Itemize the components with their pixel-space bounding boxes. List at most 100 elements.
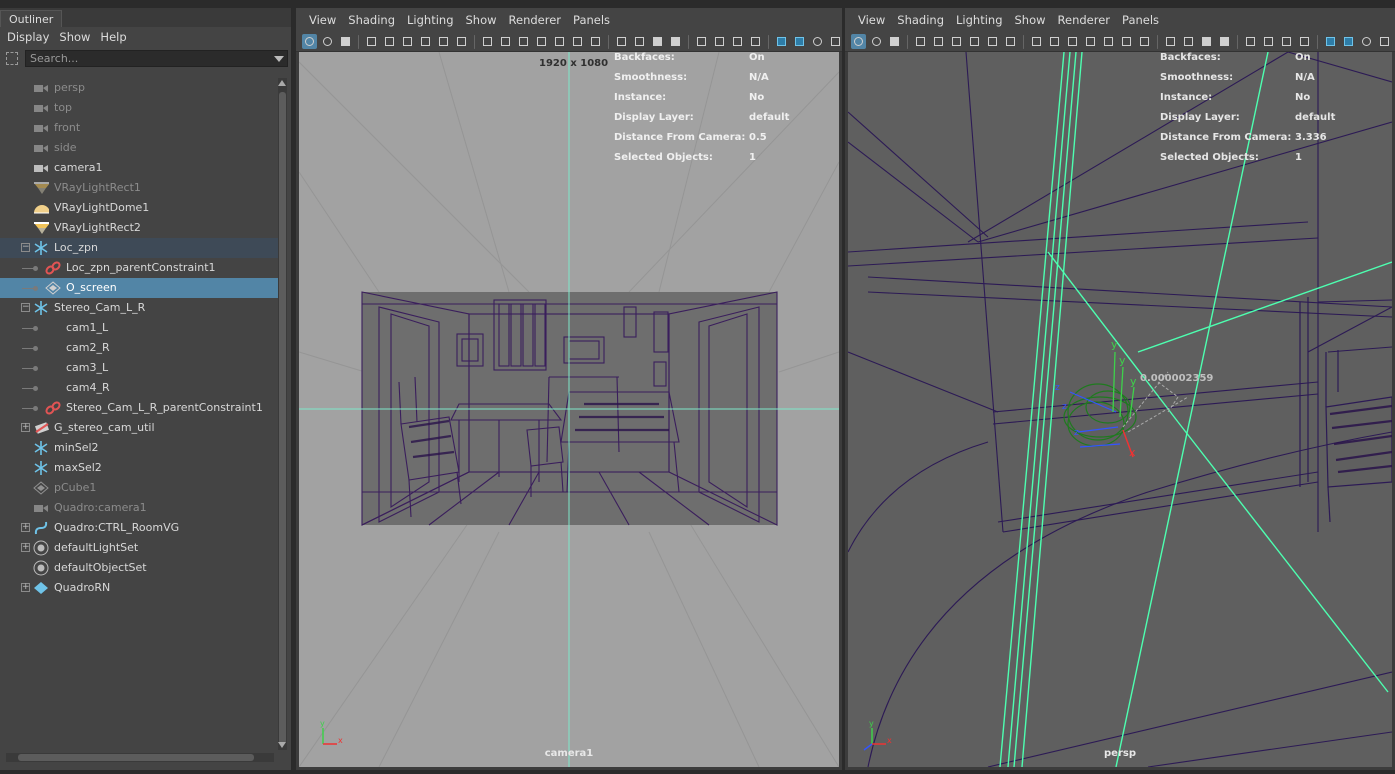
outliner-row[interactable]: − Loc_zpn [0, 238, 278, 258]
viewport-tool-icon[interactable] [869, 34, 884, 49]
viewport-tool-icon[interactable] [498, 34, 513, 49]
menu-shading[interactable]: Shading [891, 13, 950, 27]
viewport-tool-icon[interactable] [1119, 34, 1134, 49]
viewport-tool-icon[interactable] [1243, 34, 1258, 49]
viewport-tool-icon[interactable] [454, 34, 469, 49]
viewport-tool-icon[interactable] [1261, 34, 1276, 49]
menu-show[interactable]: Show [1009, 13, 1052, 27]
viewport-tool-icon[interactable] [1163, 34, 1178, 49]
viewport-tool-icon[interactable] [1181, 34, 1196, 49]
outliner-row[interactable]: cam4_R [0, 378, 278, 398]
viewport-tool-icon[interactable] [949, 34, 964, 49]
viewport-tool-icon[interactable] [985, 34, 1000, 49]
outliner-row[interactable]: VRayLightRect2 [0, 218, 278, 238]
collapse-icon[interactable]: − [21, 303, 30, 312]
outliner-row[interactable]: VRayLightRect1 [0, 178, 278, 198]
search-input[interactable]: Search... [25, 49, 288, 67]
viewport-tool-icon[interactable] [480, 34, 495, 49]
viewport-tool-icon[interactable] [694, 34, 709, 49]
menu-show[interactable]: Show [54, 30, 95, 44]
outliner-row[interactable]: Loc_zpn_parentConstraint1 [0, 258, 278, 278]
viewport-tool-icon[interactable] [364, 34, 379, 49]
expand-icon[interactable]: + [21, 423, 30, 432]
viewport-tool-icon[interactable] [1137, 34, 1152, 49]
outliner-row[interactable]: pCube1 [0, 478, 278, 498]
search-dropdown-icon[interactable] [274, 55, 284, 62]
menu-display[interactable]: Display [2, 30, 54, 44]
viewport-tool-icon[interactable] [774, 34, 789, 49]
viewport-tool-icon[interactable] [418, 34, 433, 49]
viewport-tool-icon[interactable] [828, 34, 842, 49]
viewport-tool-icon[interactable] [1083, 34, 1098, 49]
outliner-row[interactable]: + Quadro:CTRL_RoomVG [0, 518, 278, 538]
viewport-tool-icon[interactable] [810, 34, 825, 49]
viewport-tool-icon[interactable] [913, 34, 928, 49]
menu-shading[interactable]: Shading [342, 13, 401, 27]
viewport-tool-icon[interactable] [614, 34, 629, 49]
outliner-row[interactable]: VRayLightDome1 [0, 198, 278, 218]
viewport-tool-icon[interactable] [1101, 34, 1116, 49]
outliner-row[interactable]: camera1 [0, 158, 278, 178]
menu-lighting[interactable]: Lighting [950, 13, 1008, 27]
viewport-tool-icon[interactable] [650, 34, 665, 49]
expand-icon[interactable]: + [21, 543, 30, 552]
viewport-tool-icon[interactable] [400, 34, 415, 49]
viewport-tool-icon[interactable] [516, 34, 531, 49]
viewport-tool-icon[interactable] [1323, 34, 1338, 49]
viewport-tool-icon[interactable] [1297, 34, 1312, 49]
viewport-tool-icon[interactable] [1377, 34, 1392, 49]
expand-icon[interactable]: + [21, 583, 30, 592]
outliner-row[interactable]: persp [0, 78, 278, 98]
viewport-tool-icon[interactable] [1279, 34, 1294, 49]
viewport-tool-icon[interactable] [967, 34, 982, 49]
outliner-row[interactable]: O_screen [0, 278, 278, 298]
outliner-row[interactable]: − Stereo_Cam_L_R [0, 298, 278, 318]
outliner-row[interactable]: cam2_R [0, 338, 278, 358]
menu-panels[interactable]: Panels [567, 13, 616, 27]
viewport-canvas[interactable]: y x 1920 x 1080 Backfaces: Smoothness: I… [299, 52, 839, 767]
viewport-tool-icon[interactable] [1359, 34, 1374, 49]
viewport-tool-icon[interactable] [534, 34, 549, 49]
viewport-tool-icon[interactable] [730, 34, 745, 49]
outliner-row[interactable]: minSel2 [0, 438, 278, 458]
viewport-tool-icon[interactable] [712, 34, 727, 49]
outliner-row[interactable]: + defaultLightSet [0, 538, 278, 558]
viewport-tool-icon[interactable] [668, 34, 683, 49]
viewport-tool-icon[interactable] [1341, 34, 1356, 49]
viewport-tool-icon[interactable] [1217, 34, 1232, 49]
outliner-vertical-scrollbar[interactable] [278, 78, 287, 750]
menu-view[interactable]: View [303, 13, 342, 27]
filter-icon[interactable] [3, 50, 21, 66]
viewport-tool-icon[interactable] [570, 34, 585, 49]
viewport-tool-icon[interactable] [338, 34, 353, 49]
outliner-row[interactable]: maxSel2 [0, 458, 278, 478]
viewport-tool-icon[interactable] [851, 34, 866, 49]
menu-panels[interactable]: Panels [1116, 13, 1165, 27]
viewport-tool-icon[interactable] [1065, 34, 1080, 49]
menu-view[interactable]: View [852, 13, 891, 27]
outliner-row[interactable]: front [0, 118, 278, 138]
viewport-tool-icon[interactable] [302, 34, 317, 49]
viewport-tool-icon[interactable] [320, 34, 335, 49]
outliner-row[interactable]: cam3_L [0, 358, 278, 378]
menu-show[interactable]: Show [460, 13, 503, 27]
outliner-row[interactable]: top [0, 98, 278, 118]
viewport-tool-icon[interactable] [1199, 34, 1214, 49]
outliner-tab[interactable]: Outliner [0, 10, 63, 27]
expand-icon[interactable]: + [21, 523, 30, 532]
viewport-tool-icon[interactable] [588, 34, 603, 49]
viewport-tool-icon[interactable] [1029, 34, 1044, 49]
outliner-row[interactable]: defaultObjectSet [0, 558, 278, 578]
outliner-row[interactable]: Stereo_Cam_L_R_parentConstraint1 [0, 398, 278, 418]
collapse-icon[interactable]: − [21, 243, 30, 252]
viewport-tool-icon[interactable] [792, 34, 807, 49]
outliner-row[interactable]: + QuadroRN [0, 578, 278, 598]
viewport-tool-icon[interactable] [436, 34, 451, 49]
viewport-tool-icon[interactable] [931, 34, 946, 49]
viewport-tool-icon[interactable] [1003, 34, 1018, 49]
outliner-row[interactable]: cam1_L [0, 318, 278, 338]
viewport-tool-icon[interactable] [1047, 34, 1062, 49]
outliner-row[interactable]: Quadro:camera1 [0, 498, 278, 518]
viewport-tool-icon[interactable] [552, 34, 567, 49]
outliner-horizontal-scrollbar[interactable] [6, 753, 274, 762]
